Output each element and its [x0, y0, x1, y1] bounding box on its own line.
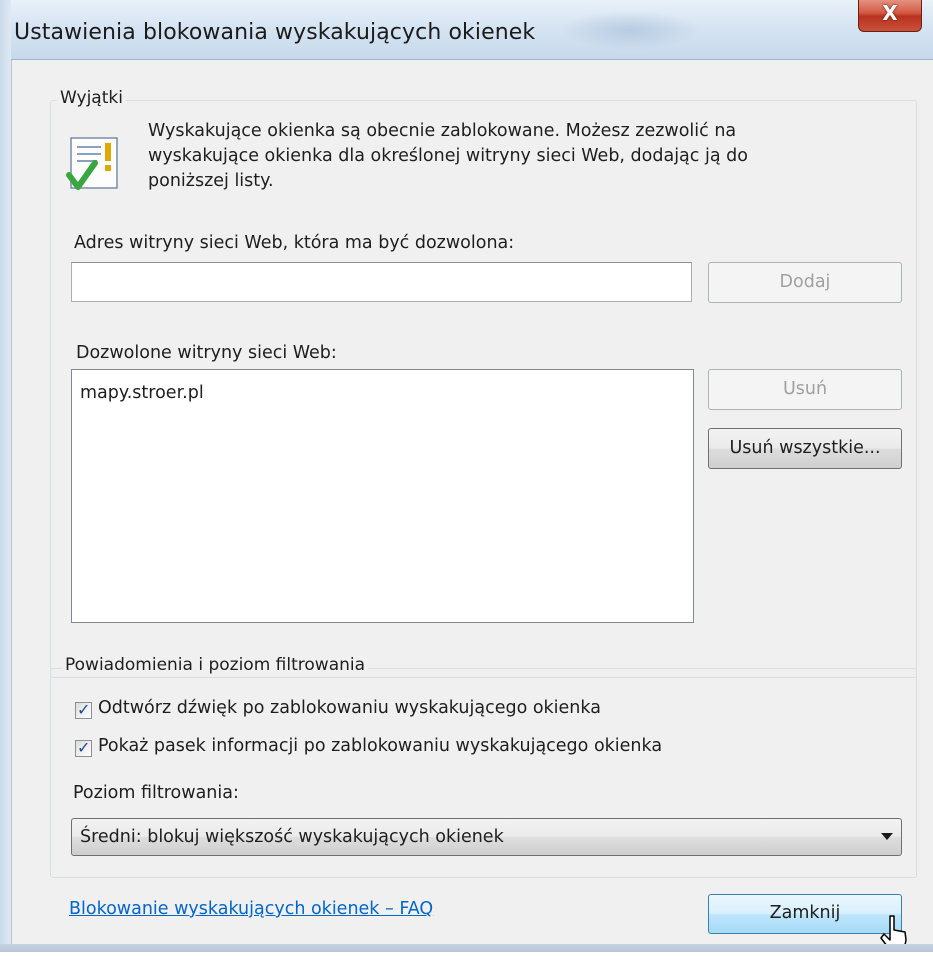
- close-button[interactable]: Zamknij: [708, 894, 902, 934]
- filter-level-selected-value: Średni: blokuj większość wyskakujących o…: [80, 827, 504, 847]
- popup-blocker-settings-dialog: Ustawienia blokowania wyskakujących okie…: [0, 0, 933, 952]
- faq-link[interactable]: Blokowanie wyskakujących okienek – FAQ: [69, 899, 433, 919]
- mouse-cursor-icon: [880, 915, 907, 951]
- dialog-client-area: Wyjątki Wyskakujące okienka są obecnie z…: [11, 60, 933, 951]
- close-icon: X: [882, 1, 898, 25]
- info-message-line: Wyskakujące okienka są obecnie zablokowa…: [148, 121, 737, 141]
- play-sound-checkbox[interactable]: ✓: [75, 700, 92, 719]
- remove-all-button[interactable]: Usuń wszystkie...: [708, 428, 902, 469]
- exceptions-group-label: Wyjątki: [57, 88, 126, 108]
- close-window-button[interactable]: X: [858, 0, 922, 32]
- window-frame-bottom: [0, 944, 933, 952]
- add-button[interactable]: Dodaj: [708, 262, 902, 303]
- info-message-line: wyskakujące okienka dla określonej witry…: [148, 146, 748, 166]
- website-address-input[interactable]: [71, 262, 692, 302]
- notifications-group-label: Powiadomienia i poziom filtrowania: [62, 655, 369, 675]
- filter-level-dropdown[interactable]: Średni: blokuj większość wyskakujących o…: [71, 818, 902, 856]
- address-label: Adres witryny sieci Web, która ma być do…: [74, 233, 515, 253]
- window-frame-left: [0, 0, 11, 952]
- window-title: Ustawienia blokowania wyskakujących okie…: [14, 20, 536, 45]
- chevron-down-icon: [881, 833, 893, 840]
- title-bar[interactable]: Ustawienia blokowania wyskakujących okie…: [0, 0, 933, 60]
- checkmark-icon: ✓: [77, 738, 91, 757]
- show-infobar-label: Pokaż pasek informacji po zablokowaniu w…: [98, 736, 663, 756]
- play-sound-label: Odtwórz dźwięk po zablokowaniu wyskakują…: [98, 698, 601, 718]
- info-checklist-icon: [66, 137, 118, 190]
- filter-level-label: Poziom filtrowania:: [73, 783, 239, 803]
- checkmark-icon: ✓: [77, 700, 91, 719]
- show-infobar-checkbox[interactable]: ✓: [75, 738, 92, 757]
- info-message: Wyskakujące okienka są obecnie zablokowa…: [148, 119, 868, 194]
- allowed-sites-list[interactable]: mapy.stroer.pl: [71, 369, 694, 623]
- remove-button[interactable]: Usuń: [708, 369, 902, 410]
- info-message-line: poniższej listy.: [148, 171, 274, 191]
- allowed-sites-label: Dozwolone witryny sieci Web:: [76, 343, 337, 363]
- list-item[interactable]: mapy.stroer.pl: [80, 383, 204, 403]
- title-bar-glare: [560, 10, 700, 50]
